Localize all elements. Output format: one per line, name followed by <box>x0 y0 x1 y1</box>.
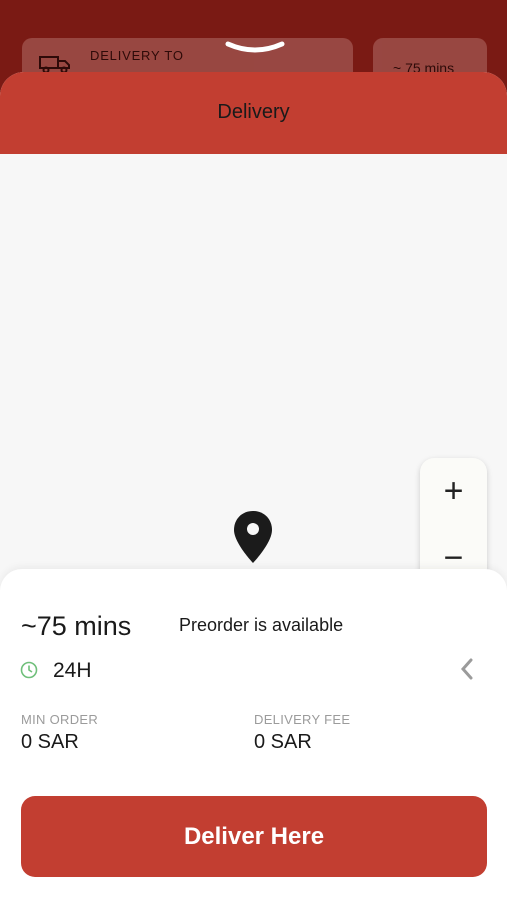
clock-icon <box>20 661 38 679</box>
zoom-in-button[interactable]: + <box>420 458 487 525</box>
delivery-fee-value: 0 SAR <box>254 731 312 753</box>
map-pin-icon <box>234 511 272 563</box>
deliver-here-button[interactable]: Deliver Here <box>21 796 487 877</box>
chevron-down-icon[interactable] <box>224 40 286 56</box>
eta-text: ~75 mins <box>21 611 132 641</box>
map-view[interactable]: + − <box>0 154 507 685</box>
delivery-sheet: Delivery + − ~75 mins Preorder is availa… <box>0 72 507 900</box>
sheet-header: Delivery <box>0 72 507 154</box>
sheet-title: Delivery <box>217 100 290 123</box>
chevron-left-icon[interactable] <box>458 657 476 681</box>
delivery-fee-label: DELIVERY FEE <box>254 712 351 727</box>
truck-icon <box>39 56 70 74</box>
preorder-text: Preorder is available <box>179 615 344 635</box>
delivery-info-card: ~75 mins Preorder is available 24H MIN O… <box>0 569 507 900</box>
hours-text: 24H <box>53 659 92 682</box>
min-order-value: 0 SAR <box>21 731 79 753</box>
delivery-to-label: DELIVERY TO <box>90 48 184 63</box>
min-order-label: MIN ORDER <box>21 712 99 727</box>
